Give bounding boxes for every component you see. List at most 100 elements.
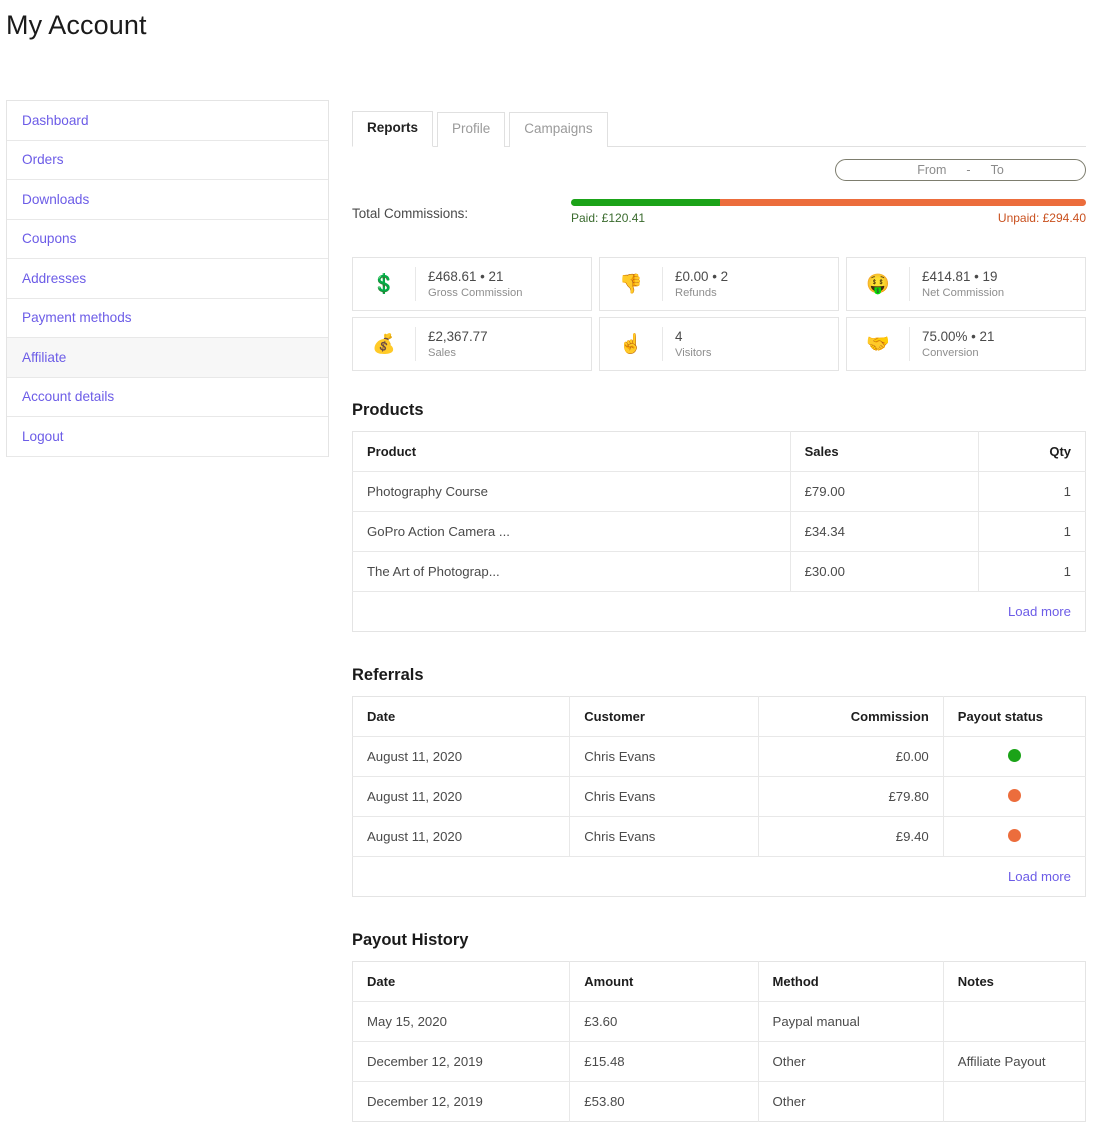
stat-card-body: £2,367.77 Sales [415,327,583,361]
stat-label: Visitors [675,347,712,359]
products-load-more-link[interactable]: Load more [1008,604,1071,619]
cell-payout-status [943,816,1086,857]
stat-card-conversion: 🤝 75.00% • 21 Conversion [846,317,1086,371]
stat-value: £2,367.77 [428,329,488,344]
products-table: Product Sales Qty Photography Course £79.00 1… [352,431,1086,632]
page-title: My Account [6,10,147,40]
status-badge [1007,828,1021,842]
date-filter-row: From - To [352,147,1086,193]
cell-customer: Chris Evans [569,776,759,817]
payout-history-table: Date Amount Method Notes May 15, 2020 £3.60 Pa… [352,961,1086,1122]
stat-card-sales: 💰 £2,367.77 Sales [352,317,592,371]
sidebar-item-account-details[interactable]: Account details [7,378,328,417]
pointing-finger-icon: ☝ [619,333,643,355]
tab-profile[interactable]: Profile [437,112,506,147]
table-header-row: Date Customer Commission Payout status [352,696,1086,737]
cell-date: December 12, 2019 [352,1041,571,1082]
thumbs-down-icon: 👎 [619,273,643,295]
stat-label: Net Commission [922,287,1005,299]
referrals-section-title: Referrals [352,666,424,684]
cell-qty: 1 [978,511,1086,552]
tab-campaigns[interactable]: Campaigns [509,112,608,147]
cell-sales: £79.00 [790,471,979,512]
cell-date: August 11, 2020 [352,816,571,857]
cell-method: Other [758,1081,944,1122]
stat-card-body: £414.81 • 19 Net Commission [909,267,1077,301]
date-range-picker[interactable]: From - To [835,159,1086,181]
sidebar-item-dashboard[interactable]: Dashboard [7,101,328,141]
main-content: Reports Profile Campaigns From - To Total … [352,103,1086,1122]
cell-product: Photography Course [352,471,791,512]
cell-amount: £3.60 [569,1001,759,1042]
total-commissions-label: Total Commissions: [352,206,469,221]
cell-method: Paypal manual [758,1001,944,1042]
column-header-qty: Qty [978,431,1086,472]
sidebar-item-label: Affiliate [22,349,67,365]
sidebar-item-addresses[interactable]: Addresses [7,259,328,299]
column-header-date: Date [352,961,571,1002]
sidebar-item-downloads[interactable]: Downloads [7,180,328,220]
handshake-icon: 🤝 [866,333,890,355]
stat-card-body: £468.61 • 21 Gross Commission [415,267,583,301]
column-header-commission: Commission [758,696,944,737]
date-range-separator: - [966,163,971,177]
cell-commission: £0.00 [758,736,944,777]
sidebar-item-affiliate[interactable]: Affiliate [7,338,328,378]
sidebar-item-payment-methods[interactable]: Payment methods [7,299,328,338]
sidebar-item-label: Orders [22,152,64,168]
stat-value: £414.81 • 19 [922,269,998,284]
cell-payout-status [943,776,1086,817]
stat-value: £0.00 • 2 [675,269,729,284]
stat-value: £468.61 • 21 [428,269,504,284]
stat-card-gross-commission: 💲 £468.61 • 21 Gross Commission [352,257,592,311]
date-from-input[interactable]: From [917,163,946,177]
commissions-progress-bar [571,199,1086,206]
coins-icon: 💰 [372,333,396,355]
stat-card-visitors: ☝ 4 Visitors [599,317,839,371]
column-header-notes: Notes [943,961,1086,1002]
column-header-customer: Customer [569,696,759,737]
table-footer-row: Load more [353,592,1086,632]
payout-history-section-title: Payout History [352,931,469,949]
cell-sales: £34.34 [790,511,979,552]
commissions-paid-segment [571,199,721,206]
money-with-wings-icon: 🤑 [866,273,890,295]
referrals-load-more-link[interactable]: Load more [1008,869,1071,884]
sidebar-item-logout[interactable]: Logout [7,417,328,457]
column-header-method: Method [758,961,944,1002]
cell-amount: £53.80 [569,1081,759,1122]
table-row: August 11, 2020 Chris Evans £0.00 [352,736,1086,777]
account-sidebar: Dashboard Orders Downloads Coupons Addresses… [6,100,329,457]
cell-customer: Chris Evans [569,736,759,777]
cell-product: The Art of Photograp... [352,551,791,592]
stat-label: Sales [428,347,456,359]
sidebar-item-label: Account details [22,389,115,405]
cell-method: Other [758,1041,944,1082]
table-row: December 12, 2019 £15.48 Other Affiliate Pa… [352,1041,1086,1082]
cell-payout-status [943,736,1086,777]
table-row: The Art of Photograp... £30.00 1 [352,551,1086,592]
cell-amount: £15.48 [569,1041,759,1082]
cell-date: December 12, 2019 [352,1081,571,1122]
cell-qty: 1 [978,551,1086,592]
sidebar-item-coupons[interactable]: Coupons [7,220,328,259]
commissions-unpaid-segment [720,199,1086,206]
cell-sales: £30.00 [790,551,979,592]
cell-date: May 15, 2020 [352,1001,571,1042]
table-row: August 11, 2020 Chris Evans £9.40 [352,816,1086,857]
column-header-amount: Amount [569,961,759,1002]
cell-commission: £9.40 [758,816,944,857]
tab-reports[interactable]: Reports [352,111,434,147]
stat-label: Conversion [922,347,979,359]
stat-label: Gross Commission [428,287,523,299]
sidebar-item-orders[interactable]: Orders [7,141,328,180]
affiliate-tabs: Reports Profile Campaigns [352,103,1086,147]
table-row: GoPro Action Camera ... £34.34 1 [352,511,1086,552]
stat-card-net-commission: 🤑 £414.81 • 19 Net Commission [846,257,1086,311]
sidebar-item-label: Dashboard [22,112,89,128]
cell-commission: £79.80 [758,776,944,817]
cell-notes [943,1082,1085,1122]
cell-date: August 11, 2020 [352,776,571,817]
date-to-input[interactable]: To [991,163,1004,177]
sidebar-item-label: Payment methods [22,310,132,326]
